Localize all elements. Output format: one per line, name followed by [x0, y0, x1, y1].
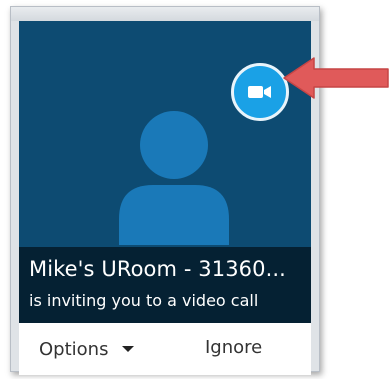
options-button[interactable]: Options — [39, 337, 135, 361]
video-camera-icon — [248, 86, 271, 98]
red-arrow-icon — [283, 57, 389, 99]
caller-name: Mike's URoom - 31360... — [29, 257, 286, 281]
chevron-down-icon — [122, 346, 135, 352]
options-label: Options — [39, 338, 109, 360]
avatar-head — [140, 111, 208, 179]
ignore-button[interactable]: Ignore — [205, 337, 262, 361]
avatar-body — [119, 185, 229, 245]
caller-info-overlay: Mike's URoom - 31360... is inviting you … — [19, 247, 311, 323]
call-preview-area: Mike's URoom - 31360... is inviting you … — [19, 21, 311, 323]
window-title-strip — [11, 7, 319, 21]
call-action-bar: Options Ignore — [19, 323, 311, 375]
call-invite-text: is inviting you to a video call — [29, 291, 259, 310]
person-silhouette-icon — [119, 111, 229, 245]
incoming-call-window: Mike's URoom - 31360... is inviting you … — [10, 6, 320, 375]
